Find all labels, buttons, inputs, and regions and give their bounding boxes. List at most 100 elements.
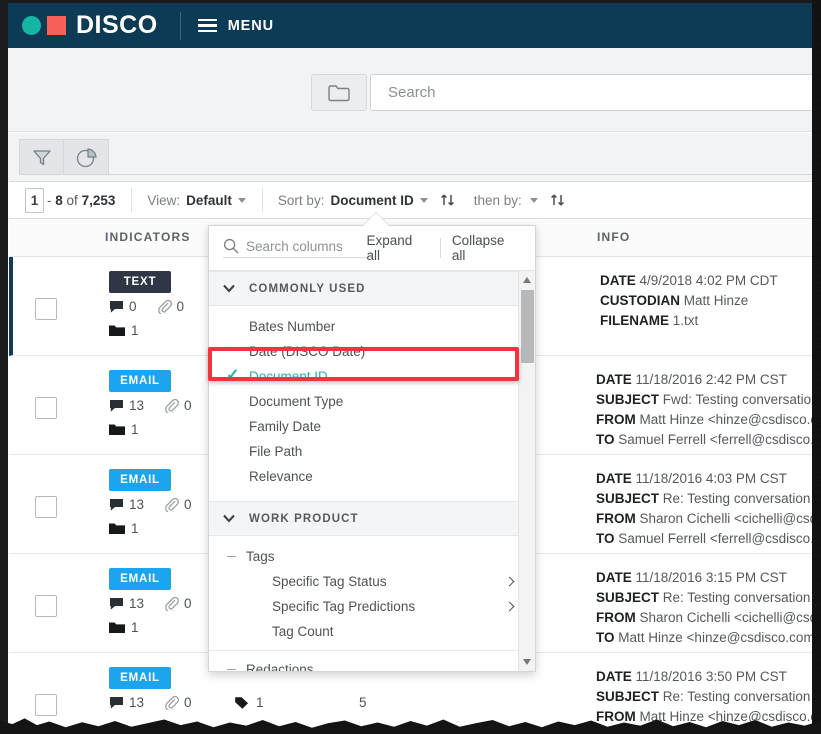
sort-by-segment: Sort by: Document ID then by: bbox=[261, 181, 582, 219]
item-label: Bates Number bbox=[249, 319, 336, 334]
screenshot-edge-right bbox=[806, 0, 821, 734]
dropdown-item-file-path[interactable]: File Path bbox=[209, 439, 535, 464]
dropdown-item-specific-tag-status[interactable]: Specific Tag Status bbox=[209, 569, 535, 594]
page-number-input[interactable]: 1 bbox=[25, 187, 44, 213]
search-input[interactable]: Search bbox=[370, 74, 821, 111]
info-line-4: TO Samuel Ferrell <ferrell@csdisco.c bbox=[596, 529, 821, 549]
item-label: Document Type bbox=[249, 394, 344, 409]
search-strip: Search bbox=[8, 48, 821, 132]
dropdown-item-specific-tag-predictions[interactable]: Specific Tag Predictions bbox=[209, 594, 535, 619]
dropdown-item-bates-number[interactable]: Bates Number bbox=[209, 314, 535, 339]
scroll-down-arrow-icon[interactable] bbox=[523, 659, 531, 665]
group-title: COMMONLY USED bbox=[249, 282, 366, 295]
info-line-3: FROM Sharon Cichelli <cichelli@csdis bbox=[596, 608, 821, 628]
row-info: DATE 4/9/2018 4:02 PM CDT CUSTODIAN Matt… bbox=[600, 271, 821, 331]
sort-by-value[interactable]: Document ID bbox=[330, 193, 413, 208]
scroll-up-arrow-icon[interactable] bbox=[523, 277, 531, 283]
screenshot-edge-bottom bbox=[0, 708, 821, 734]
info-label-date: DATE bbox=[600, 273, 636, 288]
item-label: Specific Tag Predictions bbox=[272, 599, 416, 614]
folder-solid-icon bbox=[109, 621, 125, 634]
collapse-all-link[interactable]: Collapse all bbox=[452, 233, 521, 263]
info-label-2: SUBJECT bbox=[596, 392, 660, 407]
attachment-count: 0 bbox=[184, 497, 192, 512]
comment-icon bbox=[109, 300, 124, 314]
dropdown-group-work-product[interactable]: WORK PRODUCT bbox=[209, 501, 535, 536]
item-label: Family Date bbox=[249, 419, 322, 434]
pagination-range: - 8 of 7,253 bbox=[47, 193, 115, 208]
column-header-info: INFO bbox=[597, 230, 631, 244]
folder-button[interactable] bbox=[311, 74, 367, 111]
row-checkbox[interactable] bbox=[35, 298, 57, 320]
info-value-2: Matt Hinze bbox=[683, 293, 749, 308]
hamburger-menu-icon[interactable] bbox=[197, 18, 217, 33]
folder-solid-icon bbox=[109, 522, 125, 535]
info-value-3: Sharon Cichelli <cichelli@csdis bbox=[639, 610, 821, 625]
app-screenshot: DISCO MENU Search 1 - 8 of 7,253 View: D… bbox=[0, 0, 821, 734]
column-header-indicators: INDICATORS bbox=[105, 230, 191, 244]
row-meta-folders: 1 bbox=[109, 620, 139, 635]
menu-button-label[interactable]: MENU bbox=[228, 18, 274, 34]
info-value-2: Re: Testing conversation se bbox=[662, 689, 821, 704]
attachment-count: 0 bbox=[176, 299, 185, 314]
dropdown-item-relevance[interactable]: Relevance bbox=[209, 464, 535, 489]
tool-tab-strip bbox=[8, 133, 813, 181]
expand-all-link[interactable]: Expand all bbox=[367, 233, 429, 263]
info-value-2: Re: Testing conversation se bbox=[662, 491, 821, 506]
row-checkbox[interactable] bbox=[35, 397, 57, 419]
row-checkbox[interactable] bbox=[35, 595, 57, 617]
view-selector[interactable]: View: Default bbox=[131, 181, 262, 219]
comment-count: 13 bbox=[129, 497, 145, 512]
column-search-input[interactable]: Search columns bbox=[223, 238, 367, 258]
item-label: Specific Tag Status bbox=[272, 574, 387, 589]
info-label-2: SUBJECT bbox=[596, 689, 660, 704]
info-label-3: FILENAME bbox=[600, 313, 669, 328]
info-line-3: FROM Sharon Cichelli <cichelli@csdis bbox=[596, 509, 821, 529]
info-line-3: FILENAME 1.txt bbox=[600, 311, 821, 331]
chevron-down-icon[interactable] bbox=[237, 197, 246, 203]
column-chooser-dropdown: Search columns Expand all Collapse all C… bbox=[208, 225, 536, 672]
comment-icon bbox=[109, 597, 124, 611]
doc-type-badge: EMAIL bbox=[109, 370, 171, 392]
sort-direction-toggle[interactable] bbox=[439, 192, 456, 209]
filter-tab[interactable] bbox=[19, 139, 64, 175]
info-label-3: FROM bbox=[596, 412, 636, 427]
view-value[interactable]: Default bbox=[186, 193, 232, 208]
doc-type-badge: EMAIL bbox=[109, 469, 171, 491]
dropdown-item-tag-count[interactable]: Tag Count bbox=[209, 619, 535, 644]
info-value-4: Samuel Ferrell <ferrell@csdisco.c bbox=[618, 432, 821, 447]
info-line-date: DATE 11/18/2016 3:15 PM CST bbox=[596, 568, 821, 588]
attachment-count: 0 bbox=[184, 398, 192, 413]
folder-count: 1 bbox=[131, 521, 139, 536]
then-by-chevron-down-icon[interactable] bbox=[529, 197, 538, 203]
chevron-down-icon[interactable] bbox=[419, 197, 428, 203]
info-value-4: Samuel Ferrell <ferrell@csdisco.c bbox=[618, 531, 821, 546]
row-checkbox[interactable] bbox=[35, 496, 57, 518]
dropdown-group-commonly-used[interactable]: COMMONLY USED bbox=[209, 271, 535, 306]
row-meta-counts: 13 0 bbox=[109, 398, 192, 413]
folder-count: 1 bbox=[131, 422, 139, 437]
row-info: DATE 11/18/2016 4:03 PM CST SUBJECT Re: … bbox=[596, 469, 821, 549]
dropdown-item-document-type[interactable]: Document Type bbox=[209, 389, 535, 414]
screenshot-edge-top bbox=[0, 0, 821, 3]
then-by-sort-direction-toggle[interactable] bbox=[549, 192, 566, 209]
top-navigation-bar: DISCO MENU bbox=[8, 3, 813, 48]
dropdown-item-document-id[interactable]: ✓ Document ID bbox=[209, 364, 535, 389]
dropdown-header-divider bbox=[439, 238, 441, 258]
dropdown-item-date-disco-date[interactable]: Date (DISCO Date) bbox=[209, 339, 535, 364]
info-label-4: TO bbox=[596, 432, 615, 447]
item-label: Relevance bbox=[249, 469, 313, 484]
dropdown-subgroup-redactions[interactable]: Redactions bbox=[209, 657, 535, 671]
then-by-label: then by: bbox=[473, 192, 522, 208]
dropdown-subgroup-tags[interactable]: Tags bbox=[209, 544, 535, 569]
analytics-tab[interactable] bbox=[64, 139, 109, 175]
info-label-3: FROM bbox=[596, 511, 636, 526]
disco-logo[interactable]: DISCO bbox=[22, 11, 158, 40]
info-line-date: DATE 4/9/2018 4:02 PM CDT bbox=[600, 271, 821, 291]
row-meta-folders: 1 bbox=[109, 521, 139, 536]
scrollbar-thumb[interactable] bbox=[521, 290, 534, 363]
dropdown-scrollbar[interactable] bbox=[518, 271, 535, 671]
info-line-3: FROM Matt Hinze <hinze@csdisco.co bbox=[596, 410, 821, 430]
dropdown-item-family-date[interactable]: Family Date bbox=[209, 414, 535, 439]
info-line-4: TO Matt Hinze <hinze@csdisco.com> bbox=[596, 628, 821, 648]
